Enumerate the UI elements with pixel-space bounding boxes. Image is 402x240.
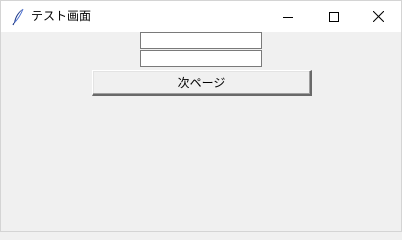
minimize-icon	[283, 7, 293, 26]
feather-icon	[11, 8, 25, 26]
close-button[interactable]	[355, 1, 401, 32]
client-area: 次ページ	[1, 32, 401, 231]
minimize-button[interactable]	[265, 1, 311, 32]
app-window: テスト画面 次ページ	[0, 0, 402, 232]
title-bar[interactable]: テスト画面	[1, 1, 401, 32]
maximize-button[interactable]	[311, 1, 357, 32]
maximize-icon	[329, 7, 339, 26]
window-title: テスト画面	[31, 9, 92, 23]
next-page-button[interactable]: 次ページ	[92, 70, 312, 96]
text-entry-2[interactable]	[140, 50, 262, 67]
text-entry-1[interactable]	[140, 32, 262, 49]
close-icon	[372, 7, 384, 26]
